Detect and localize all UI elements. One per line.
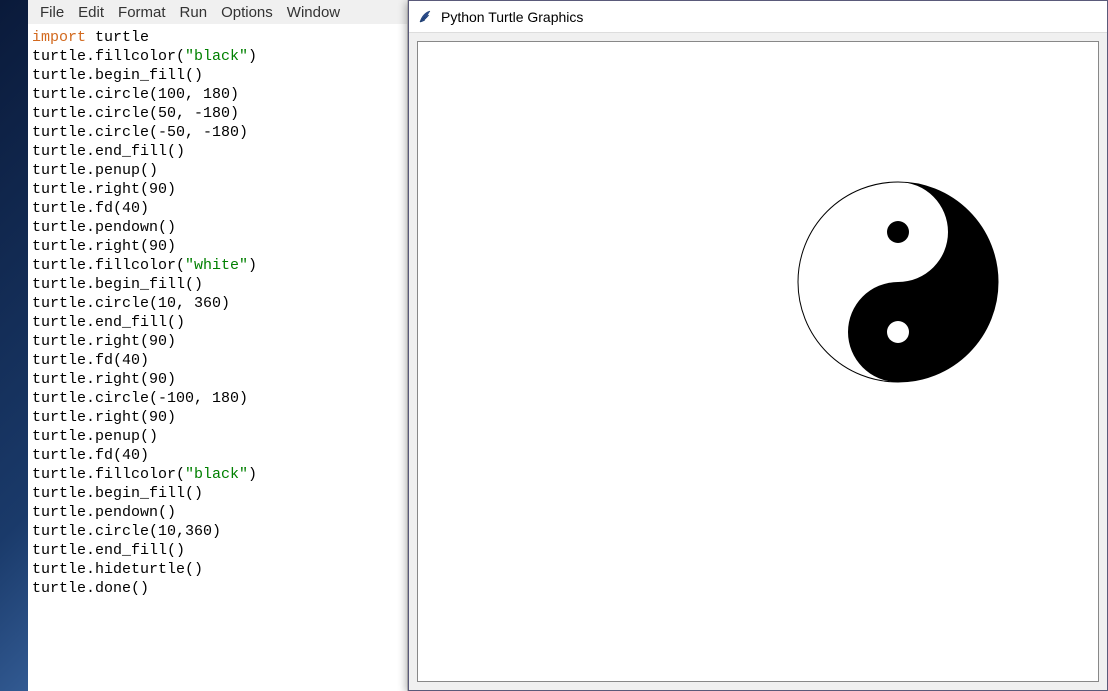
code-line[interactable]: turtle.right(90) — [32, 180, 403, 199]
feather-icon — [417, 9, 433, 25]
code-line[interactable]: turtle.done() — [32, 579, 403, 598]
code-line[interactable]: turtle.begin_fill() — [32, 484, 403, 503]
menu-run[interactable]: Run — [174, 4, 214, 21]
title-bar[interactable]: Python Turtle Graphics — [409, 1, 1107, 33]
code-line[interactable]: turtle.right(90) — [32, 237, 403, 256]
code-line[interactable]: turtle.circle(-100, 180) — [32, 389, 403, 408]
code-editor[interactable]: import turtleturtle.fillcolor("black")tu… — [28, 24, 407, 602]
code-line[interactable]: turtle.fillcolor("black") — [32, 47, 403, 66]
turtle-graphics-window: Python Turtle Graphics — [408, 0, 1108, 691]
code-line[interactable]: turtle.circle(-50, -180) — [32, 123, 403, 142]
code-line[interactable]: turtle.right(90) — [32, 332, 403, 351]
code-line[interactable]: turtle.fillcolor("white") — [32, 256, 403, 275]
code-line[interactable]: turtle.circle(100, 180) — [32, 85, 403, 104]
code-line[interactable]: turtle.right(90) — [32, 408, 403, 427]
code-line[interactable]: turtle.circle(50, -180) — [32, 104, 403, 123]
code-line[interactable]: turtle.end_fill() — [32, 313, 403, 332]
code-line[interactable]: turtle.end_fill() — [32, 142, 403, 161]
code-line[interactable]: turtle.fd(40) — [32, 199, 403, 218]
code-line[interactable]: turtle.pendown() — [32, 503, 403, 522]
code-line[interactable]: turtle.circle(10, 360) — [32, 294, 403, 313]
menu-bar: File Edit Format Run Options Window — [28, 0, 407, 24]
code-line[interactable]: turtle.begin_fill() — [32, 275, 403, 294]
code-line[interactable]: turtle.circle(10,360) — [32, 522, 403, 541]
code-line[interactable]: import turtle — [32, 28, 403, 47]
code-line[interactable]: turtle.fillcolor("black") — [32, 465, 403, 484]
code-line[interactable]: turtle.end_fill() — [32, 541, 403, 560]
menu-edit[interactable]: Edit — [72, 4, 110, 21]
turtle-canvas — [417, 41, 1099, 682]
code-line[interactable]: turtle.fd(40) — [32, 351, 403, 370]
menu-format[interactable]: Format — [112, 4, 172, 21]
code-line[interactable]: turtle.penup() — [32, 161, 403, 180]
yinyang-drawing — [748, 132, 1048, 432]
window-title: Python Turtle Graphics — [441, 9, 583, 25]
menu-window[interactable]: Window — [281, 4, 346, 21]
menu-options[interactable]: Options — [215, 4, 279, 21]
menu-file[interactable]: File — [34, 4, 70, 21]
code-line[interactable]: turtle.right(90) — [32, 370, 403, 389]
code-line[interactable]: turtle.hideturtle() — [32, 560, 403, 579]
code-line[interactable]: turtle.pendown() — [32, 218, 403, 237]
idle-editor-window: File Edit Format Run Options Window impo… — [28, 0, 408, 691]
code-line[interactable]: turtle.fd(40) — [32, 446, 403, 465]
code-line[interactable]: turtle.begin_fill() — [32, 66, 403, 85]
code-line[interactable]: turtle.penup() — [32, 427, 403, 446]
